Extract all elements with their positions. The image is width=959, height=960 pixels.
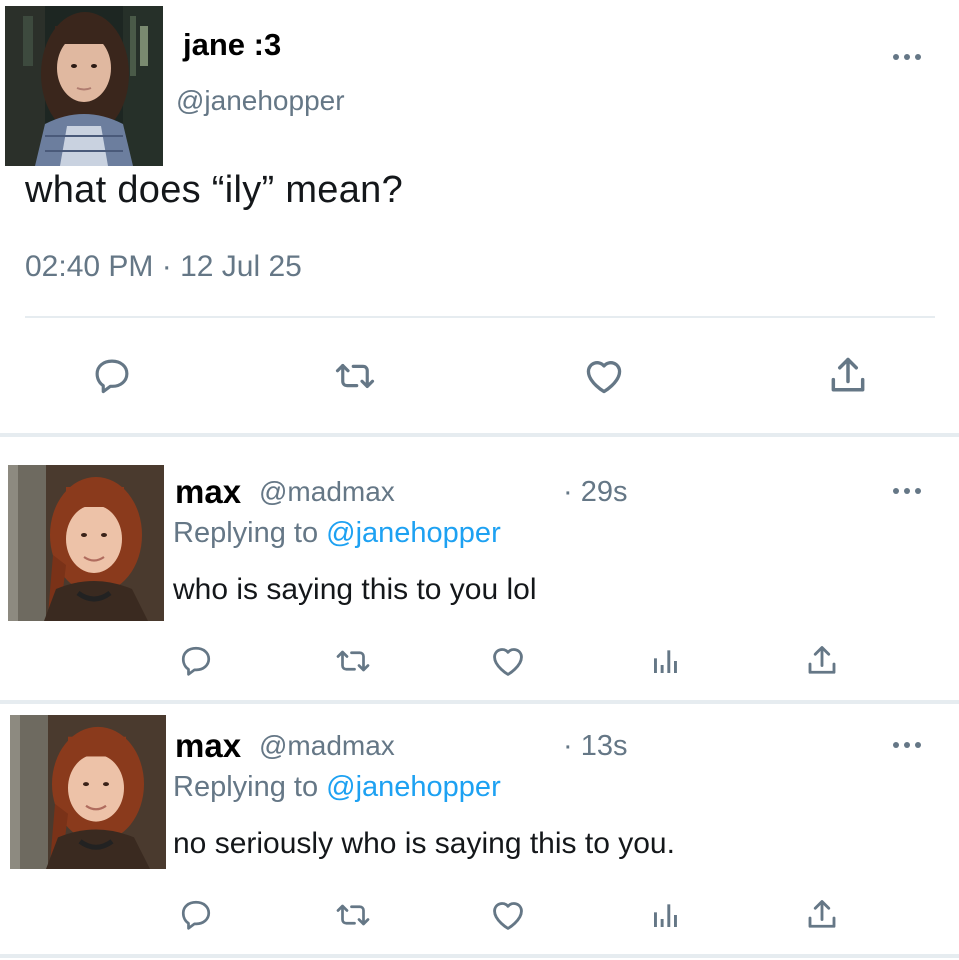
- like-icon[interactable]: [576, 350, 632, 402]
- more-dots-icon[interactable]: [889, 481, 925, 501]
- replying-to-label: Replying to: [173, 771, 319, 803]
- tweet-timestamp: 02:40 PM · 12 Jul 25: [25, 250, 302, 283]
- share-icon[interactable]: [800, 640, 844, 682]
- tweet-separator: [0, 433, 959, 437]
- display-name[interactable]: max: [175, 727, 241, 765]
- like-icon[interactable]: [485, 894, 531, 936]
- reply-icon[interactable]: [84, 350, 140, 402]
- reply-time: · 29s: [563, 476, 628, 508]
- more-dots-icon[interactable]: [889, 47, 925, 67]
- replying-to-handle-link[interactable]: @janehopper: [326, 771, 501, 803]
- replying-to: Replying to @janehopper: [173, 770, 501, 804]
- like-icon[interactable]: [485, 640, 531, 682]
- retweet-icon[interactable]: [325, 350, 385, 402]
- handle[interactable]: @janehopper: [176, 84, 345, 118]
- avatar-jane[interactable]: [5, 6, 163, 166]
- reply-time: · 13s: [563, 730, 628, 762]
- tweet-text: what does “ily” mean?: [25, 169, 404, 211]
- reply-icon[interactable]: [174, 640, 218, 682]
- tweet-separator: [0, 700, 959, 704]
- more-dots-icon[interactable]: [889, 735, 925, 755]
- retweet-icon[interactable]: [327, 894, 379, 936]
- reply-text: who is saying this to you lol: [173, 573, 537, 606]
- share-icon[interactable]: [820, 350, 876, 402]
- reply-icon[interactable]: [174, 894, 218, 936]
- analytics-icon[interactable]: [646, 894, 686, 936]
- divider: [25, 316, 935, 318]
- replying-to-label: Replying to: [173, 517, 319, 549]
- retweet-icon[interactable]: [327, 640, 379, 682]
- analytics-icon[interactable]: [646, 640, 686, 682]
- avatar-max[interactable]: [10, 715, 166, 869]
- replying-to-handle-link[interactable]: @janehopper: [326, 517, 501, 549]
- handle[interactable]: @madmax: [259, 729, 395, 763]
- reply-text: no seriously who is saying this to you.: [173, 827, 675, 860]
- avatar-max[interactable]: [8, 465, 164, 621]
- share-icon[interactable]: [800, 894, 844, 936]
- display-name[interactable]: max: [175, 473, 241, 511]
- handle[interactable]: @madmax: [259, 475, 395, 509]
- display-name[interactable]: jane :3: [183, 27, 281, 63]
- replying-to: Replying to @janehopper: [173, 516, 501, 550]
- tweet-separator: [0, 954, 959, 958]
